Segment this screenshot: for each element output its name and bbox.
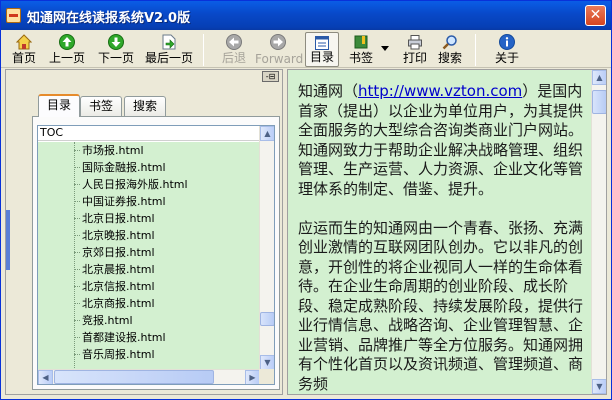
search-label: 搜索 — [437, 51, 462, 65]
back-button[interactable]: 后退 — [219, 32, 249, 67]
toc-tree[interactable]: TOC 市场报.html 国际金融报.html 人民日报海外版.html 中国证… — [37, 125, 275, 385]
page-end-icon — [162, 34, 176, 50]
print-label: 打印 — [402, 51, 427, 65]
tree-guide-line — [74, 142, 75, 370]
bookmark-button[interactable]: 书签 — [345, 32, 377, 67]
content-pane: 知通网（http://www.vzton.com）是国内首家（提出）以企业为单位… — [287, 69, 607, 395]
content-vertical-scrollbar[interactable]: ▲ ▼ — [591, 70, 606, 394]
tree-horizontal-scrollbar[interactable]: ◀ ▶ — [38, 369, 260, 384]
list-item[interactable]: 人民日报海外版.html — [74, 176, 188, 193]
main-area: -⊟ 目录 书签 搜索 TOC 市场报.html 国际金融报.html 人民日报… — [5, 69, 607, 395]
toolbar-separator — [203, 34, 204, 66]
home-button[interactable]: 首页 — [9, 32, 39, 67]
document-content: 知通网（http://www.vzton.com）是国内首家（提出）以企业为单位… — [298, 82, 588, 394]
arrow-down-icon — [108, 34, 124, 50]
list-item[interactable]: 北京晚报.html — [74, 227, 155, 244]
pane-header: -⊟ — [6, 70, 282, 84]
navigation-pane: -⊟ 目录 书签 搜索 TOC 市场报.html 国际金融报.html 人民日报… — [5, 69, 283, 395]
scroll-right-arrow-icon[interactable]: ▶ — [245, 370, 260, 384]
toolbar-separator — [475, 34, 476, 66]
pane-collapse-handle[interactable] — [6, 210, 10, 270]
app-window: 知通网在线读报系统V2.0版 ✕ 首页 上一页 下一页 最后一页 后退 Forw… — [0, 0, 612, 400]
intro-paragraph: 知通网（http://www.vzton.com）是国内首家（提出）以企业为单位… — [298, 82, 588, 141]
close-button[interactable]: ✕ — [585, 5, 606, 26]
team-paragraph: 应运而生的知通网由一个青春、张扬、充满创业激情的互联网团队创办。它以非凡的创意，… — [298, 218, 584, 393]
list-item[interactable]: 市场报.html — [74, 142, 144, 159]
list-item[interactable]: 北京信报.html — [74, 278, 155, 295]
about-button[interactable]: 关于 — [491, 32, 523, 67]
scroll-thumb[interactable] — [54, 370, 214, 384]
last-page-label: 最后一页 — [144, 51, 193, 65]
arrow-right-icon — [270, 34, 286, 50]
tree-vertical-scrollbar[interactable]: ▲ ▼ — [259, 126, 274, 370]
next-page-label: 下一页 — [97, 51, 134, 65]
back-label: 后退 — [221, 51, 246, 65]
prev-page-label: 上一页 — [48, 51, 85, 65]
info-icon — [499, 34, 515, 50]
about-label: 关于 — [494, 51, 519, 65]
scroll-thumb[interactable] — [592, 90, 606, 114]
scroll-down-arrow-icon[interactable]: ▼ — [592, 379, 606, 394]
list-item[interactable]: 京郊日报.html — [74, 244, 155, 261]
tab-toc[interactable]: 目录 — [38, 94, 81, 117]
list-item[interactable]: 首都建设报.html — [74, 329, 166, 346]
forward-button[interactable]: Forward — [255, 32, 304, 67]
mission-paragraph: 知通网致力于帮助企业解决战略管理、组织管理、生产运营、人力资源、企业文化等管理体… — [298, 140, 584, 198]
last-page-button[interactable]: 最后一页 — [142, 32, 196, 67]
scroll-up-arrow-icon[interactable]: ▲ — [592, 70, 606, 85]
list-item[interactable]: 中国证券报.html — [74, 193, 166, 210]
print-button[interactable]: 打印 — [399, 32, 431, 67]
scroll-left-arrow-icon[interactable]: ◀ — [38, 370, 53, 384]
next-page-button[interactable]: 下一页 — [94, 32, 138, 67]
list-item[interactable]: 北京日报.html — [74, 210, 155, 227]
toc-tab-page: TOC 市场报.html 国际金融报.html 人民日报海外版.html 中国证… — [32, 116, 280, 390]
site-link[interactable]: http://www.vzton.com — [358, 82, 522, 100]
search-button[interactable]: 搜索 — [434, 32, 466, 67]
toc-button[interactable]: 目录 — [305, 32, 339, 67]
printer-icon — [408, 35, 422, 50]
scroll-thumb[interactable] — [260, 312, 274, 326]
toolbar: 首页 上一页 下一页 最后一页 后退 Forward 目录 书签 打印 搜索 关… — [1, 30, 611, 68]
forward-label: Forward — [255, 52, 304, 66]
list-item[interactable]: 音乐周报.html — [74, 346, 155, 363]
arrow-up-icon — [59, 34, 75, 50]
pin-button[interactable]: -⊟ — [262, 71, 279, 82]
tab-bookmarks[interactable]: 书签 — [80, 96, 123, 116]
list-item[interactable]: 北京晨报.html — [74, 261, 155, 278]
arrow-left-icon — [226, 34, 242, 50]
intro-prefix: 知通网（ — [298, 82, 359, 100]
bookmark-dropdown-button[interactable] — [379, 32, 391, 67]
tree-root-label[interactable]: TOC — [38, 126, 260, 141]
scroll-corner — [259, 369, 274, 384]
title-bar[interactable]: 知通网在线读报系统V2.0版 ✕ — [1, 1, 611, 30]
app-logo-icon — [6, 8, 21, 23]
toc-label: 目录 — [309, 50, 334, 64]
chevron-down-icon — [381, 46, 389, 51]
tab-search[interactable]: 搜索 — [124, 96, 167, 116]
prev-page-button[interactable]: 上一页 — [45, 32, 89, 67]
home-label: 首页 — [11, 51, 36, 65]
list-item[interactable]: 竞报.html — [74, 312, 133, 329]
scroll-up-arrow-icon[interactable]: ▲ — [260, 126, 274, 141]
list-item[interactable]: 国际金融报.html — [74, 159, 166, 176]
tree-list: 市场报.html 国际金融报.html 人民日报海外版.html 中国证券报.h… — [38, 142, 260, 370]
scroll-down-arrow-icon[interactable]: ▼ — [260, 355, 274, 370]
home-icon — [16, 34, 32, 50]
bookmark-label: 书签 — [348, 51, 373, 65]
list-item[interactable]: 北京商报.html — [74, 295, 155, 312]
bookmark-book-icon — [354, 35, 368, 49]
window-title: 知通网在线读报系统V2.0版 — [27, 11, 191, 26]
search-icon — [442, 35, 457, 50]
